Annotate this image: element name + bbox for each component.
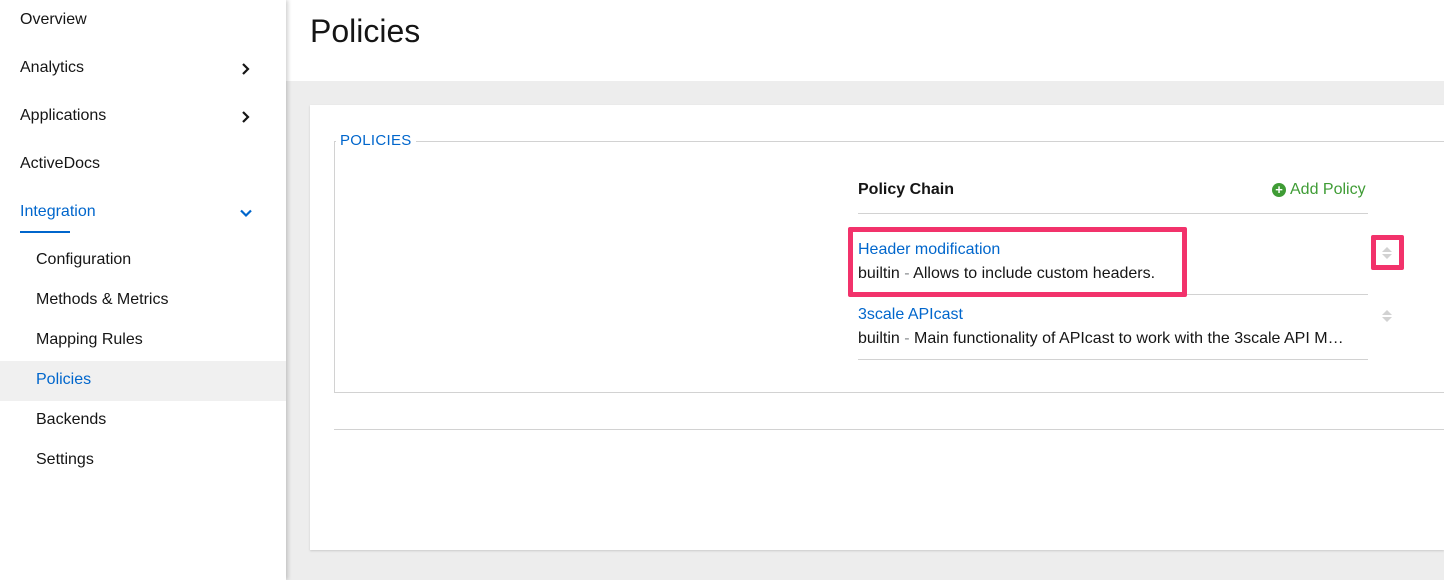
sidebar-item-overview[interactable]: Overview bbox=[20, 11, 87, 29]
chevron-right-icon[interactable] bbox=[238, 109, 254, 125]
policies-legend: POLICIES bbox=[336, 132, 416, 149]
chevron-down-icon[interactable] bbox=[238, 205, 254, 221]
policies-card: POLICIES Policy Chain + Add Policy Heade… bbox=[310, 105, 1444, 550]
sidebar-subitem-policies[interactable]: Policies bbox=[36, 371, 91, 389]
active-section-underline bbox=[20, 231, 70, 233]
chevron-right-icon[interactable] bbox=[238, 61, 254, 77]
sidebar-item-integration[interactable]: Integration bbox=[20, 203, 96, 221]
sidebar-item-applications[interactable]: Applications bbox=[20, 107, 106, 125]
policy-chain-title: Policy Chain bbox=[858, 181, 955, 198]
policy-separator: - bbox=[904, 265, 910, 282]
sort-handle-icon[interactable] bbox=[1380, 244, 1394, 262]
policy-name-link[interactable]: 3scale APIcast bbox=[858, 306, 963, 324]
sidebar-subitem-configuration[interactable]: Configuration bbox=[36, 251, 131, 269]
policy-description-text: Allows to include custom headers. bbox=[913, 265, 1156, 282]
row-divider bbox=[858, 359, 1368, 360]
sidebar-nav: Overview Analytics Applications ActiveDo… bbox=[0, 0, 286, 580]
sort-handle-icon[interactable] bbox=[1380, 307, 1394, 325]
policy-separator: - bbox=[904, 330, 910, 347]
page-header: Policies bbox=[286, 0, 1444, 81]
sidebar-item-activedocs[interactable]: ActiveDocs bbox=[20, 155, 100, 173]
add-policy-label: Add Policy bbox=[1290, 181, 1366, 198]
policy-type: builtin bbox=[858, 265, 900, 282]
sidebar-item-analytics[interactable]: Analytics bbox=[20, 59, 84, 77]
main-content: Policies POLICIES Policy Chain + Add Pol… bbox=[286, 0, 1444, 580]
sidebar-subitem-mapping-rules[interactable]: Mapping Rules bbox=[36, 331, 143, 349]
sidebar-subitem-settings[interactable]: Settings bbox=[36, 451, 94, 469]
page-title: Policies bbox=[310, 13, 421, 49]
policy-description: builtin - Allows to include custom heade… bbox=[858, 265, 1346, 283]
row-divider bbox=[858, 294, 1368, 295]
policy-type: builtin bbox=[858, 330, 900, 347]
policy-description: builtin - Main functionality of APIcast … bbox=[858, 330, 1346, 348]
policy-description-text: Main functionality of APIcast to work wi… bbox=[914, 330, 1346, 347]
add-policy-button[interactable]: + Add Policy bbox=[1272, 181, 1366, 199]
sidebar-subitem-backends[interactable]: Backends bbox=[36, 411, 106, 429]
plus-circle-icon: + bbox=[1272, 183, 1286, 197]
section-divider bbox=[334, 429, 1444, 430]
row-divider bbox=[858, 213, 1368, 214]
sidebar-subitem-methods-metrics[interactable]: Methods & Metrics bbox=[36, 291, 168, 309]
policy-name-link[interactable]: Header modification bbox=[858, 241, 1000, 259]
